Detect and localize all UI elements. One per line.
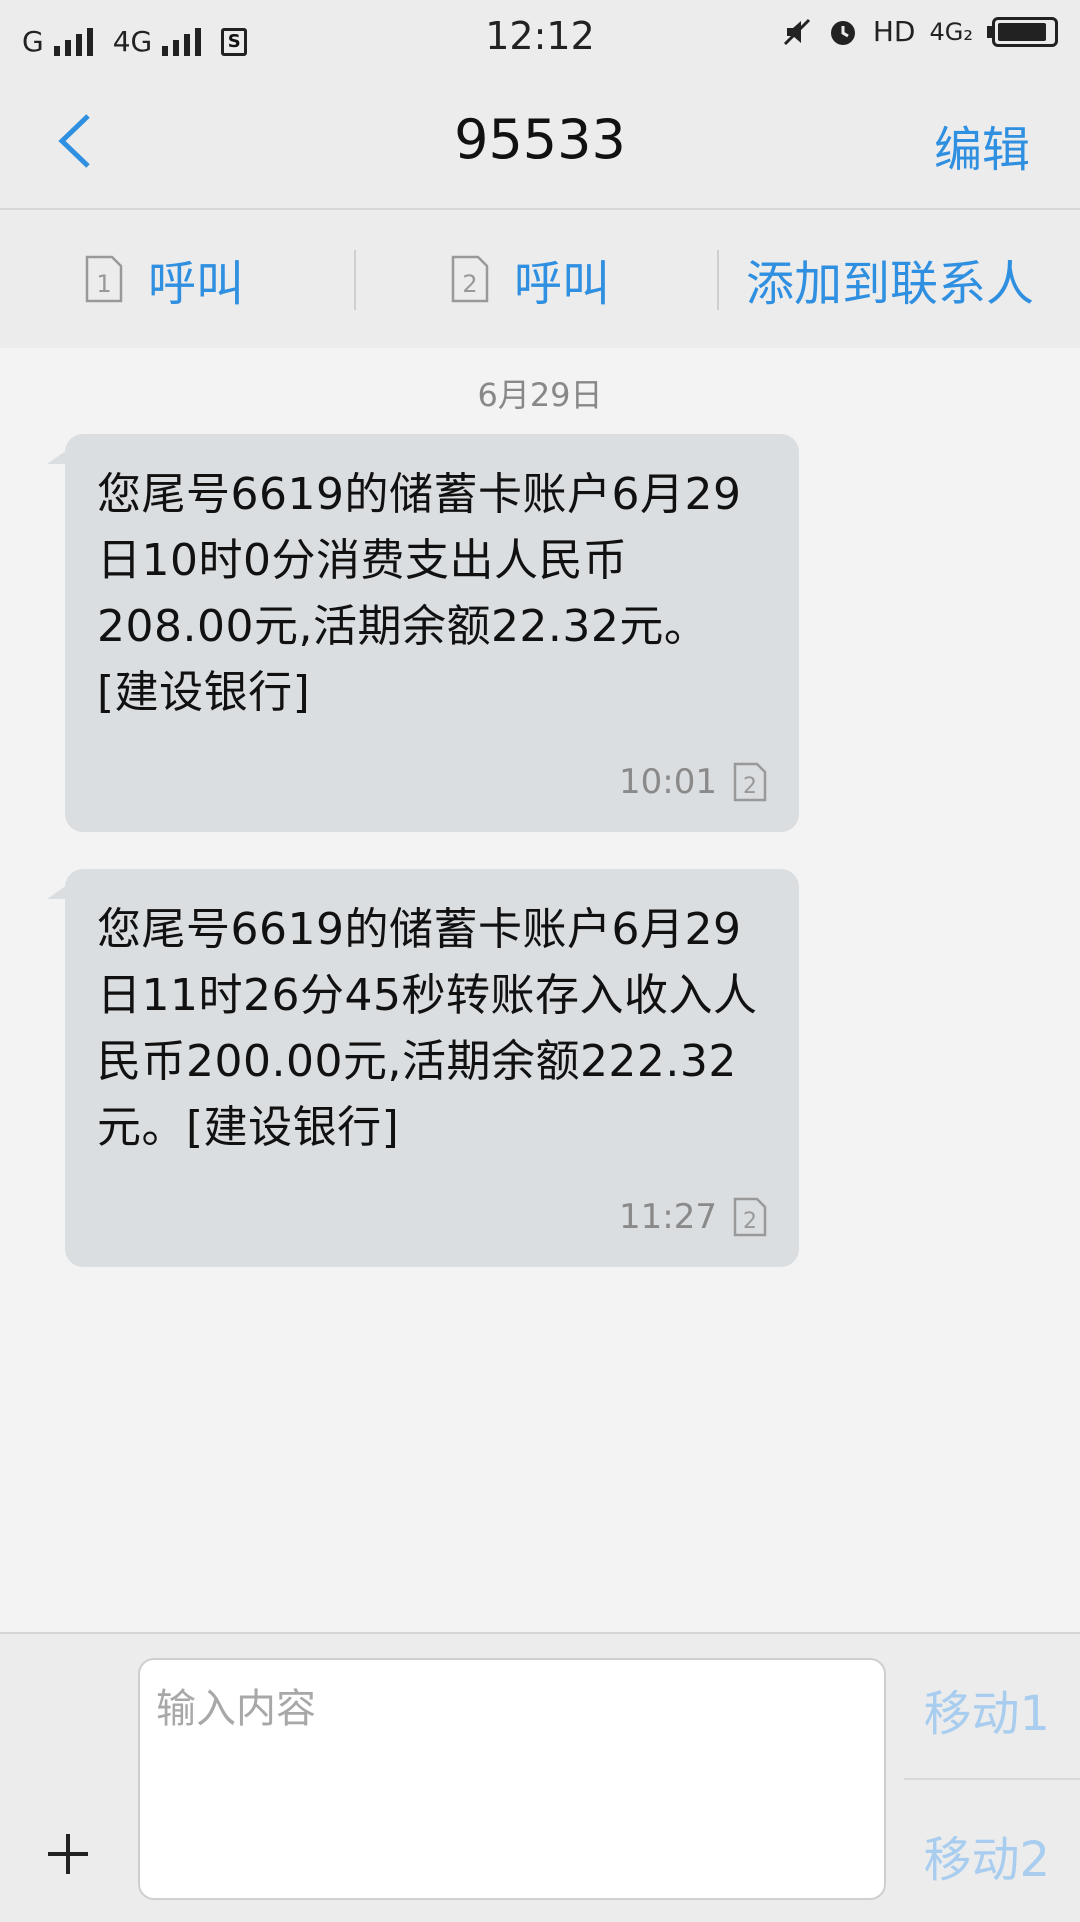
sim1-icon: 1: [85, 255, 123, 303]
network-label: 4G₂: [929, 18, 974, 46]
divider: [904, 1778, 1080, 1780]
input-placeholder: 输入内容: [156, 1686, 316, 1732]
hd-label: HD: [872, 15, 916, 48]
mute-icon: [783, 18, 810, 46]
send-sim1-button[interactable]: 移动1: [923, 1674, 1050, 1744]
alarm-icon: [830, 21, 855, 45]
call-sim1-button[interactable]: 1 呼叫: [84, 210, 244, 348]
date-separator: 6月29日: [477, 376, 603, 414]
call-sim2-button[interactable]: 2 呼叫: [450, 210, 610, 348]
divider: [717, 250, 719, 310]
sim1-number: 1: [96, 270, 111, 298]
composer: 输入内容 移动1 移动2: [0, 1632, 1080, 1922]
sim2-icon: 2: [733, 762, 767, 802]
call-sim1-label: 呼叫: [148, 256, 245, 312]
sim2-icon: 2: [733, 1197, 767, 1237]
page-title: 95533: [454, 108, 626, 171]
status-bar: G 4G S 12:12 HD 4G₂: [0, 0, 1080, 76]
message-time: 11:27: [619, 1197, 717, 1237]
contact-actions: 1 呼叫 2 呼叫 添加到联系人: [0, 210, 1080, 348]
message-text: 您尾号6619的储蓄卡账户6月29日10时0分消费支出人民币208.00元,活期…: [97, 469, 742, 718]
message-sim-number: 2: [743, 1209, 757, 1234]
sim2-number: 2: [462, 270, 477, 298]
message-bubble[interactable]: 您尾号6619的储蓄卡账户6月29日10时0分消费支出人民币208.00元,活期…: [47, 434, 799, 832]
message-bubble[interactable]: 您尾号6619的储蓄卡账户6月29日11时26分45秒转账存入收入人民币200.…: [47, 869, 799, 1267]
message-sim-number: 2: [743, 774, 757, 799]
edit-button[interactable]: 编辑: [934, 110, 1030, 180]
sim2-icon: 2: [451, 255, 489, 303]
divider: [354, 250, 356, 310]
message-time: 10:01: [619, 762, 717, 802]
message-text: 您尾号6619的储蓄卡账户6月29日11时26分45秒转账存入收入人民币200.…: [97, 904, 758, 1153]
send-sim2-button[interactable]: 移动2: [923, 1820, 1050, 1890]
message-input[interactable]: 输入内容: [138, 1658, 886, 1900]
attach-button[interactable]: [44, 1830, 92, 1878]
battery-icon: [992, 17, 1058, 47]
conversation-header: 95533 编辑: [0, 76, 1080, 210]
plus-icon: [48, 1834, 88, 1874]
call-sim2-label: 呼叫: [514, 256, 611, 312]
add-contact-button[interactable]: 添加到联系人: [746, 210, 1034, 348]
